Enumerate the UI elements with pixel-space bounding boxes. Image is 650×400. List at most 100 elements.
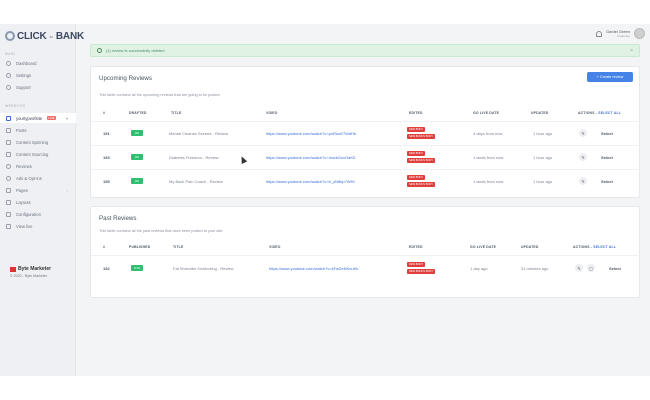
row-title[interactable]: Diabetes Freedom - Review xyxy=(169,155,219,160)
row-title[interactable]: Mental Cleanse Secrets - Review xyxy=(169,131,228,136)
sidebar-item-settings[interactable]: Settings xyxy=(0,70,76,80)
nav-section-websites: WEBSITES xyxy=(5,104,26,108)
edit-icon[interactable]: ✎ xyxy=(579,153,587,161)
status-badge: OK xyxy=(131,154,143,160)
user-info: Daniel Green Customer xyxy=(606,29,630,38)
row-id: 153 xyxy=(103,155,110,160)
brand-name: Byte Marketer xyxy=(18,266,52,272)
copyright: © 2020 - Byte Marketer xyxy=(10,274,48,278)
sidebar-item-content-spinning[interactable]: Content Spinning xyxy=(0,137,76,147)
select-checkbox[interactable]: Select xyxy=(601,179,613,184)
select-checkbox[interactable]: Select xyxy=(601,155,613,160)
card-subtitle: This table contains all the past reviews… xyxy=(99,229,224,233)
brand-logo: Byte Marketer xyxy=(10,266,51,272)
bell-icon[interactable] xyxy=(596,30,603,37)
site-status-badge: LIVE xyxy=(47,116,56,120)
col-header-updated[interactable]: UPDATED xyxy=(531,111,549,115)
status-badge: LIVE xyxy=(131,265,143,271)
sidebar-item-support[interactable]: Support xyxy=(0,82,76,92)
alert-text: (1) review is successfully deleted xyxy=(106,48,165,53)
monitor-icon xyxy=(6,115,11,121)
row-video-link[interactable]: https://www.youtube.com/watch?v=b_yN8bp7… xyxy=(266,179,355,184)
table-row: 153 OK Diabetes Freedom - Review https:/… xyxy=(91,145,641,169)
col-header-title[interactable]: TITLE xyxy=(173,245,183,249)
nav-section-main: MAIN xyxy=(5,52,15,56)
sidebar-item-label: Dashboard xyxy=(16,60,37,66)
table-row: 155 OK My Back Pain Coach - Review https… xyxy=(91,169,641,193)
past-reviews-card: Past Reviews This table contains all the… xyxy=(90,206,641,298)
edited-badge: NEW BODY xyxy=(407,127,426,132)
sidebar-item-label: Content Spinning xyxy=(16,139,49,145)
row-title[interactable]: My Back Pain Coach - Review xyxy=(169,179,223,184)
dashboard-icon xyxy=(6,60,11,66)
row-id: 152 xyxy=(103,266,110,271)
edited-badge: NEW BODY xyxy=(407,175,426,180)
select-checkbox[interactable]: Select xyxy=(609,266,621,271)
edited-badge: NEW BONUS BODY xyxy=(407,269,436,274)
row-updated: 1 hour ago xyxy=(533,179,553,184)
row-id: 151 xyxy=(103,131,110,136)
chevron-right-icon: › xyxy=(66,187,68,193)
upcoming-reviews-card: Upcoming Reviews This table contains all… xyxy=(90,66,641,198)
select-all-link[interactable]: SELECT ALL xyxy=(598,111,621,115)
row-video-link[interactable]: https://www.youtube.com/watch?v=4cwkGoxO… xyxy=(266,155,356,160)
logo-text: CLICK xyxy=(17,30,47,42)
edit-icon[interactable]: ✎ xyxy=(579,177,587,185)
sidebar-item-layouts[interactable]: Layouts xyxy=(0,197,76,207)
col-header-edited[interactable]: EDITED xyxy=(409,245,423,249)
col-header-status[interactable]: DRAFTED xyxy=(129,111,147,115)
check-circle-icon xyxy=(97,48,102,53)
col-header-video[interactable]: VIDEO xyxy=(266,111,278,115)
sidebar-item-ads[interactable]: Ads & Opt-ins xyxy=(0,173,76,183)
select-checkbox[interactable]: Select xyxy=(601,131,613,136)
layout-icon xyxy=(6,199,11,205)
edit-icon[interactable]: ✎ xyxy=(579,129,587,137)
footer-brand: Byte Marketer © 2020 - Byte Marketer xyxy=(10,266,51,278)
row-golive: 1 week from now xyxy=(473,155,504,160)
sidebar-item-label: Pages xyxy=(16,187,28,193)
chevron-down-icon: ▾ xyxy=(65,115,68,121)
table-row: 152 LIVE Fat Shredder Kickboxing - Revie… xyxy=(91,255,641,281)
col-header-title[interactable]: TITLE xyxy=(171,111,181,115)
edited-badge: NEW BONUS BODY xyxy=(407,158,436,163)
col-header-golive[interactable]: GO LIVE DATE xyxy=(473,111,499,115)
avatar[interactable] xyxy=(634,28,645,39)
row-video-link[interactable]: https://www.youtube.com/watch?v=kFwZeNKn… xyxy=(269,266,358,271)
sidebar-item-view-live[interactable]: View live xyxy=(0,221,76,231)
sidebar-item-reviews[interactable]: Reviews xyxy=(0,161,76,171)
view-icon[interactable]: ▢ xyxy=(587,264,595,272)
create-review-button[interactable]: + Create review xyxy=(587,72,633,82)
sidebar-item-label: Configuration xyxy=(16,211,41,217)
sidebar-site-label: yourtypeofsite xyxy=(16,115,43,121)
sidebar-item-posts[interactable]: Posts xyxy=(0,125,76,135)
status-badge: OK xyxy=(131,178,143,184)
app-logo[interactable]: CLICK to BANK xyxy=(5,30,84,42)
sidebar-item-configuration[interactable]: Configuration xyxy=(0,209,76,219)
status-badge: OK xyxy=(131,130,143,136)
select-all-link[interactable]: SELECT ALL xyxy=(593,245,616,249)
col-header-status[interactable]: PUBLISHED xyxy=(129,245,150,249)
card-title: Upcoming Reviews xyxy=(99,75,152,82)
table-row: 151 OK Mental Cleanse Secrets - Review h… xyxy=(91,121,641,145)
sidebar-item-label: Layouts xyxy=(16,199,31,205)
row-title[interactable]: Fat Shredder Kickboxing - Review xyxy=(173,266,233,271)
sidebar-item-pages[interactable]: Pages › xyxy=(0,185,76,195)
brand-mark-icon xyxy=(10,266,16,272)
row-golive: 4 days from now xyxy=(473,131,503,136)
user-menu[interactable]: Daniel Green Customer xyxy=(596,28,645,39)
col-header-golive[interactable]: GO LIVE DATE xyxy=(470,245,496,249)
sidebar-item-content-sourcing[interactable]: Content Sourcing xyxy=(0,149,76,159)
close-icon[interactable]: × xyxy=(630,48,633,54)
edit-icon[interactable]: ✎ xyxy=(575,264,583,272)
success-alert: (1) review is successfully deleted × xyxy=(90,44,640,57)
edited-badge: NEW BODY xyxy=(407,262,426,267)
help-icon xyxy=(6,84,11,90)
col-header-actions: ACTIONS - SELECT ALL xyxy=(578,111,621,115)
col-header-video[interactable]: VIDEO xyxy=(269,245,281,249)
col-header-edited[interactable]: EDITED xyxy=(409,111,423,115)
row-video-link[interactable]: https://www.youtube.com/watch?v=pnRuuE7W… xyxy=(266,131,356,136)
sidebar-item-site[interactable]: yourtypeofsite LIVE ▾ xyxy=(0,113,76,123)
edited-badge: NEW BODY xyxy=(407,151,426,156)
sidebar-item-dashboard[interactable]: Dashboard xyxy=(0,58,76,68)
col-header-updated[interactable]: UPDATED xyxy=(521,245,539,249)
